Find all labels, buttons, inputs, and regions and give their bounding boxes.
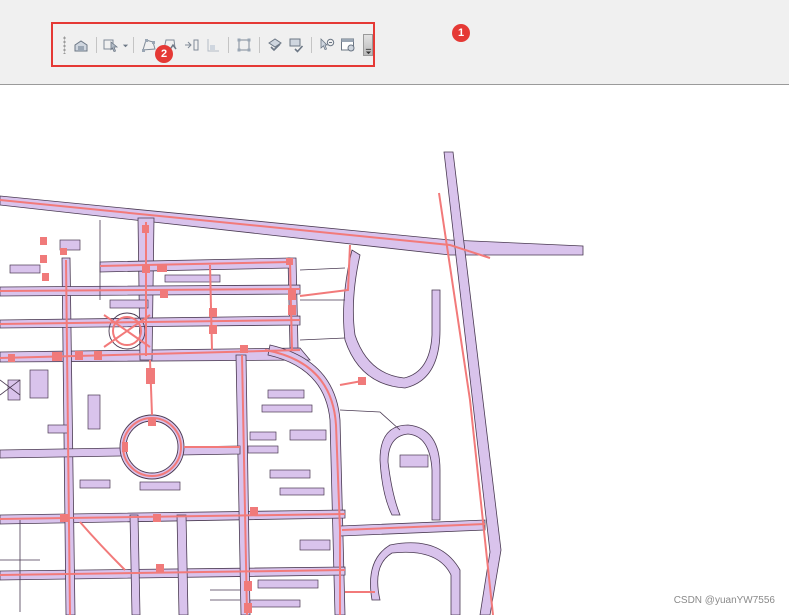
- road-highway-east: [443, 151, 502, 615]
- road-avenue-5: [129, 514, 141, 615]
- road-avenue-4: [176, 514, 189, 615]
- annotation-badge-1: 1: [452, 24, 470, 42]
- csdn-watermark: CSDN @yuanYW7556: [673, 595, 775, 606]
- toolbar-highlight-box: [51, 22, 375, 67]
- road-diagonal-top: [0, 195, 584, 256]
- annotation-badge-2: 2: [155, 45, 173, 63]
- road-polygons: [0, 151, 584, 615]
- road-south-loop: [370, 542, 461, 615]
- road-pond-loop: [379, 424, 441, 521]
- map-canvas[interactable]: [0, 85, 789, 615]
- road-river-loop: [343, 249, 441, 389]
